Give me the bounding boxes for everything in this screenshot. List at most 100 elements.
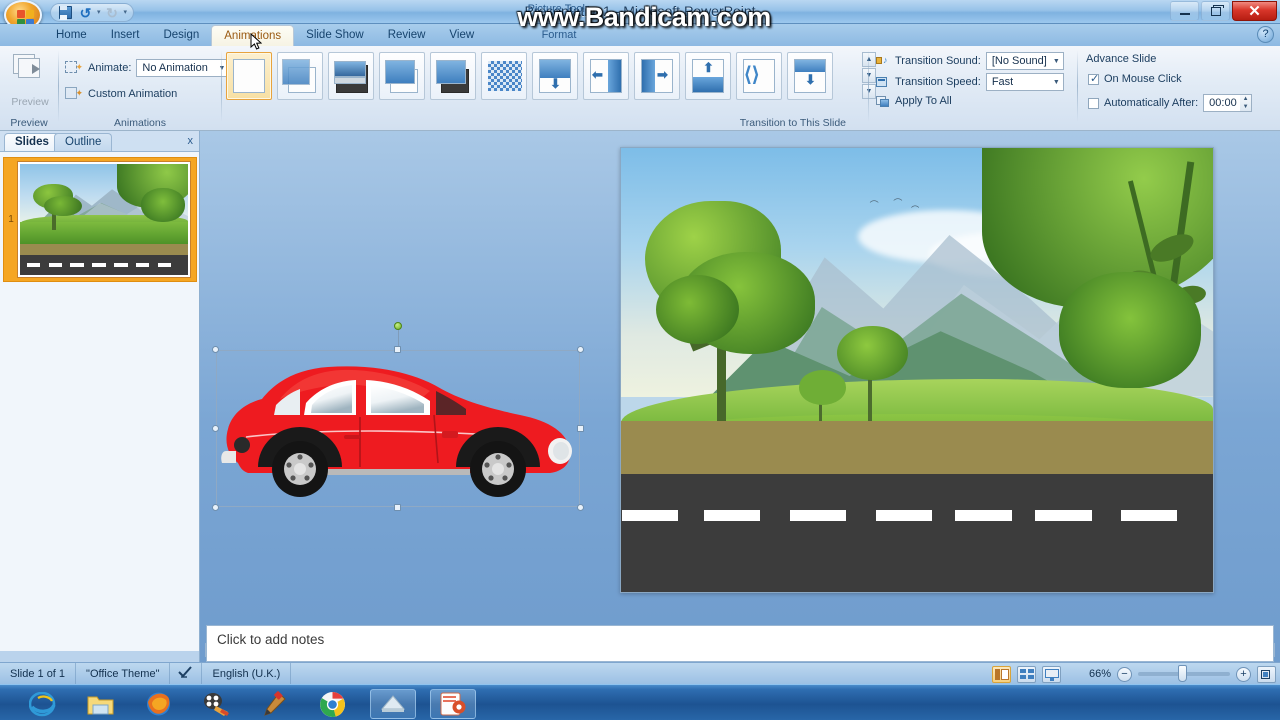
animate-icon: ✦ xyxy=(65,60,83,76)
ribbon: Preview Preview ✦ Animate: No Animation▼… xyxy=(0,46,1280,131)
slide-thumbnail-item[interactable]: 1 xyxy=(3,157,197,282)
resize-handle-top-right[interactable] xyxy=(577,346,584,353)
title-bar: ↺ ▾ ↻ ▾ Presentation1 - Microsoft PowerP… xyxy=(0,0,1280,30)
normal-view-button[interactable] xyxy=(992,665,1011,683)
close-pane-button[interactable]: x xyxy=(188,135,194,147)
tab-outline[interactable]: Outline xyxy=(54,133,113,151)
transition-split-horizontal-out[interactable]: ⟨⟩ xyxy=(736,52,782,100)
transition-sound-dropdown[interactable]: [No Sound] ▼ xyxy=(985,52,1064,70)
zoom-level-label[interactable]: 66% xyxy=(1081,668,1111,680)
preview-icon[interactable] xyxy=(13,54,47,84)
status-bar: Slide 1 of 1 "Office Theme" English (U.K… xyxy=(0,662,1280,685)
taskbar-firefox[interactable] xyxy=(138,689,178,719)
editing-workspace: ︵ ︵ ︵ xyxy=(200,131,1280,662)
taskbar-bandicam[interactable] xyxy=(370,689,416,719)
taskbar-windows-explorer[interactable] xyxy=(80,689,120,719)
tab-view[interactable]: View xyxy=(437,25,486,46)
status-bar-right: 66% − + xyxy=(992,663,1276,685)
animate-dropdown[interactable]: No Animation▼ xyxy=(136,59,230,77)
advance-slide-label: Advance Slide xyxy=(1086,53,1157,65)
transition-cut-through-black[interactable] xyxy=(430,52,476,100)
selected-picture-car[interactable] xyxy=(212,322,584,511)
transition-speed-label: Transition Speed: xyxy=(895,76,981,88)
zoom-out-button[interactable]: − xyxy=(1117,666,1132,682)
tab-design[interactable]: Design xyxy=(151,25,211,46)
taskbar-google-chrome[interactable] xyxy=(312,689,352,719)
group-label-transition: Transition to This Slide xyxy=(739,117,846,129)
resize-handle-top-center[interactable] xyxy=(394,346,401,353)
group-label-preview: Preview xyxy=(10,117,48,129)
zoom-slider[interactable] xyxy=(1138,665,1230,682)
tab-animations[interactable]: Animations xyxy=(211,25,295,46)
transition-fade-through-black[interactable] xyxy=(328,52,374,100)
transition-speed-dropdown[interactable]: Fast ▼ xyxy=(985,73,1064,91)
resize-handle-middle-left[interactable] xyxy=(212,424,219,432)
theme-name[interactable]: "Office Theme" xyxy=(76,662,171,685)
help-button[interactable]: ? xyxy=(1257,26,1274,43)
rotation-handle[interactable] xyxy=(394,322,402,330)
slide-sorter-view-button[interactable] xyxy=(1017,665,1036,683)
group-advance-slide: Advance Slide On Mouse Click Automatical… xyxy=(1078,46,1278,131)
resize-handle-bottom-center[interactable] xyxy=(394,504,401,511)
slide-canvas[interactable]: ︵ ︵ ︵ xyxy=(620,147,1214,593)
notes-pane[interactable]: Click to add notes xyxy=(206,625,1274,662)
window-title: Presentation1 - Microsoft PowerPoint xyxy=(524,3,756,19)
tab-slides[interactable]: Slides xyxy=(4,133,60,151)
tab-review[interactable]: Review xyxy=(376,25,438,46)
spell-check-icon[interactable] xyxy=(170,662,203,685)
transition-wedge[interactable]: ⬇ xyxy=(787,52,833,100)
close-button[interactable]: ✕ xyxy=(1232,1,1277,21)
tab-format[interactable]: Format xyxy=(499,29,619,41)
slides-outline-pane: Slides Outline x 1 xyxy=(0,131,200,662)
transition-speed-icon xyxy=(875,75,890,89)
fit-to-window-button[interactable] xyxy=(1257,665,1276,683)
automatically-after-checkbox[interactable] xyxy=(1088,97,1099,109)
taskbar-paint-tool[interactable] xyxy=(254,689,294,719)
window-controls: ✕ xyxy=(1170,0,1280,24)
slide-thumbnail-preview[interactable] xyxy=(17,161,191,278)
zoom-in-button[interactable]: + xyxy=(1236,666,1251,682)
transition-gallery: ⬇ ⬅ ➡ ⬆ ⟨⟩ ⬇ xyxy=(226,52,833,100)
taskbar-media-player[interactable] xyxy=(196,689,236,719)
animate-label: Animate: xyxy=(88,62,132,74)
resize-handle-middle-right[interactable] xyxy=(577,424,584,432)
minimize-button[interactable] xyxy=(1170,1,1199,21)
group-transition-to-this-slide: ⬇ ⬅ ➡ ⬆ ⟨⟩ ⬇ ▲ ▼ ▼ Transition to This Sl… xyxy=(222,46,876,131)
slide-show-view-button[interactable] xyxy=(1042,665,1061,683)
on-mouse-click-checkbox[interactable] xyxy=(1088,72,1099,85)
transition-newsflash[interactable]: ⬇ xyxy=(532,52,578,100)
ribbon-tab-bar: Home Insert Design Animations Slide Show… xyxy=(0,24,1280,46)
on-mouse-click-label[interactable]: On Mouse Click xyxy=(1104,73,1182,85)
automatically-after-label[interactable]: Automatically After: xyxy=(1104,97,1198,109)
language-indicator[interactable]: English (U.K.) xyxy=(202,662,292,685)
tab-slide-show[interactable]: Slide Show xyxy=(294,25,376,46)
transition-wipe-up[interactable]: ⬆ xyxy=(685,52,731,100)
resize-handle-bottom-right[interactable] xyxy=(577,504,584,511)
zoom-slider-thumb[interactable] xyxy=(1178,665,1187,682)
transition-sound-label: Transition Sound: xyxy=(895,55,981,67)
slide-number: 1 xyxy=(8,214,14,225)
transition-dissolve[interactable] xyxy=(481,52,527,100)
transition-blinds[interactable] xyxy=(277,52,323,100)
preview-button-label[interactable]: Preview xyxy=(8,96,52,108)
custom-animation-label[interactable]: Custom Animation xyxy=(88,88,177,100)
group-animations: ✦ Animate: No Animation▼ ✦ Custom Animat… xyxy=(59,46,230,131)
transition-no-transition[interactable] xyxy=(226,52,272,100)
group-label-animations: Animations xyxy=(114,117,166,129)
minimize-icon xyxy=(1179,12,1190,15)
resize-handle-bottom-left[interactable] xyxy=(212,504,219,511)
tab-insert[interactable]: Insert xyxy=(99,25,152,46)
apply-to-all-button[interactable]: Apply To All xyxy=(895,95,952,107)
transition-wipe-left[interactable]: ⬅ xyxy=(583,52,629,100)
tab-home[interactable]: Home xyxy=(44,25,99,46)
advance-time-field[interactable]: 00:00 xyxy=(1203,94,1241,112)
taskbar-internet-explorer[interactable] xyxy=(22,689,62,719)
apply-to-all-icon xyxy=(875,94,890,108)
taskbar-powerpoint[interactable] xyxy=(430,689,476,719)
resize-handle-top-left[interactable] xyxy=(212,346,219,353)
restore-button[interactable] xyxy=(1201,1,1230,21)
transition-cut[interactable] xyxy=(379,52,425,100)
transition-sound-icon: ♪ xyxy=(875,54,890,68)
advance-time-spinner[interactable]: ▲ ▼ xyxy=(1240,94,1253,112)
transition-wipe-right[interactable]: ➡ xyxy=(634,52,680,100)
